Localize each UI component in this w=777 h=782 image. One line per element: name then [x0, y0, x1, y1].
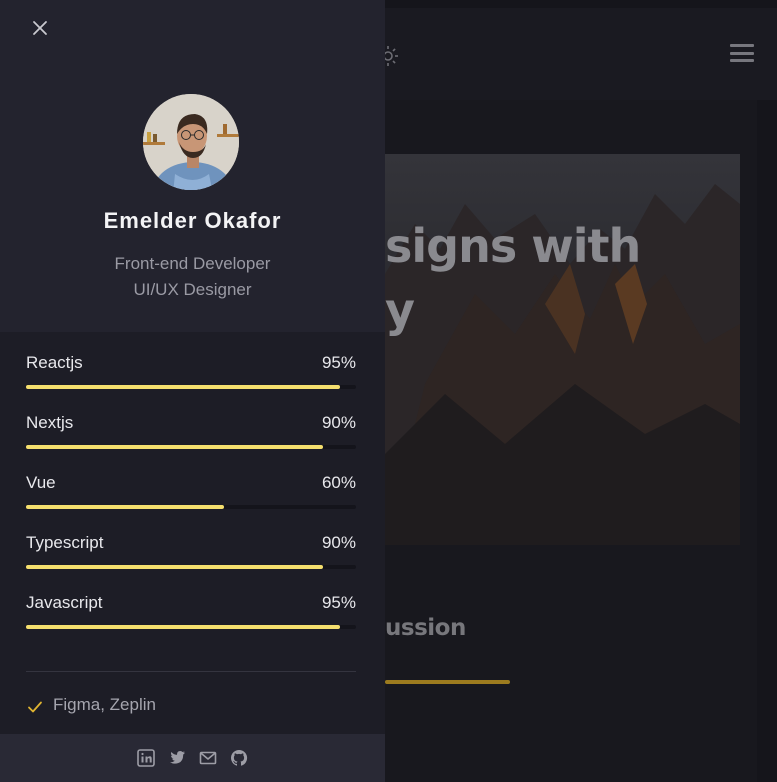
skill-progress-fill: [26, 445, 323, 449]
avatar: [143, 94, 239, 190]
skill-label: Nextjs: [26, 413, 74, 432]
skill-percent: 95%: [321, 593, 356, 612]
skill-label: Typescript: [26, 533, 104, 552]
skill-progress-fill: [26, 625, 340, 629]
skill-percent: 60%: [321, 473, 356, 492]
hero-title-line2: y: [385, 283, 415, 337]
skills-panel: Reactjs 95% Nextjs 90% Vue 60% Typescrip…: [0, 332, 385, 734]
skill-progress-bar: [26, 565, 356, 569]
tools-list-item: Figma, Zeplin: [26, 694, 156, 716]
profile-role-secondary: UI/UX Designer: [133, 280, 252, 299]
close-icon[interactable]: [28, 16, 52, 40]
linkedin-icon[interactable]: [137, 749, 155, 767]
section-heading: ussion: [385, 615, 466, 641]
skill-label: Vue: [26, 473, 56, 492]
profile-name: Emelder Okafor: [103, 208, 282, 233]
twitter-icon[interactable]: [168, 749, 186, 767]
skill-label: Javascript: [26, 593, 103, 612]
hero-image: [385, 154, 740, 545]
skill-progress-bar: [26, 385, 356, 389]
skill-percent: 95%: [321, 353, 356, 372]
skill-progress-fill: [26, 505, 224, 509]
skill-label: Reactjs: [26, 353, 83, 372]
check-icon: [28, 701, 42, 713]
skill-progress-bar: [26, 445, 356, 449]
divider: [26, 671, 356, 672]
profile-sidebar: Emelder Okafor Front-end Developer UI/UX…: [0, 0, 385, 782]
tools-label: Figma, Zeplin: [53, 695, 156, 714]
skill-progress-bar: [26, 625, 356, 629]
skill-progress-fill: [26, 565, 323, 569]
github-icon[interactable]: [230, 749, 248, 767]
skill-progress-fill: [26, 385, 340, 389]
mail-icon[interactable]: [199, 749, 217, 767]
skill-percent: 90%: [321, 533, 356, 552]
profile-role-primary: Front-end Developer: [114, 254, 271, 273]
section-underline: [385, 680, 510, 684]
skill-progress-bar: [26, 505, 356, 509]
social-links: [0, 734, 385, 782]
skill-percent: 90%: [321, 413, 356, 432]
hamburger-menu-icon[interactable]: [730, 44, 754, 62]
hero-title: signs with: [385, 219, 641, 273]
